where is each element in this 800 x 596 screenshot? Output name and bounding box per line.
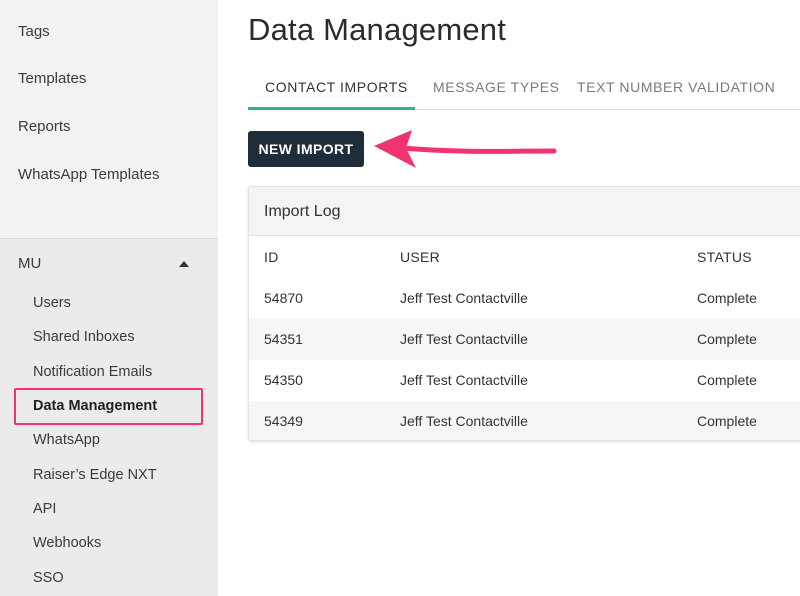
sidebar-item-tags[interactable]: Tags [18,23,50,40]
sidebar-item-users[interactable]: Users [33,295,71,311]
sidebar-item-webhooks[interactable]: Webhooks [33,535,101,551]
row-status: Complete [697,290,757,306]
sidebar-item-api[interactable]: API [33,501,56,517]
arrow-left-icon [374,130,557,168]
sidebar: Tags Templates Reports WhatsApp Template… [0,0,218,596]
sidebar-item-shared-inboxes[interactable]: Shared Inboxes [33,329,135,345]
column-header-user[interactable]: USER [400,249,440,265]
tab-text-number-validation[interactable]: TEXT NUMBER VALIDATION [577,79,775,95]
sidebar-item-sso[interactable]: SSO [33,570,64,586]
row-id: 54351 [264,331,303,347]
import-log-header: Import Log [249,187,800,236]
table-row[interactable]: 54351 Jeff Test Contactville Complete [249,319,800,360]
row-user: Jeff Test Contactville [400,413,528,429]
sidebar-item-templates[interactable]: Templates [18,70,86,87]
table-row[interactable]: 54350 Jeff Test Contactville Complete [249,360,800,401]
caret-up-icon[interactable] [179,261,189,267]
row-status: Complete [697,413,757,429]
sidebar-item-raisers-edge-nxt[interactable]: Raiser’s Edge NXT [33,467,157,483]
sidebar-item-notification-emails[interactable]: Notification Emails [33,364,152,380]
page-title: Data Management [248,12,507,47]
tab-contact-imports[interactable]: CONTACT IMPORTS [265,79,408,95]
import-log-panel: Import Log ID USER STATUS 54870 Jeff Tes… [248,186,800,441]
tab-message-types[interactable]: MESSAGE TYPES [433,79,560,95]
import-log-title: Import Log [264,203,341,220]
table-header-row: ID USER STATUS [249,237,800,278]
sidebar-item-reports[interactable]: Reports [18,118,71,135]
active-tab-indicator [248,107,415,110]
tab-bar: CONTACT IMPORTS MESSAGE TYPES TEXT NUMBE… [248,66,800,110]
row-id: 54349 [264,413,303,429]
new-import-button[interactable]: NEW IMPORT [248,131,364,167]
row-user: Jeff Test Contactville [400,372,528,388]
annotation-highlight-box [14,388,203,425]
row-status: Complete [697,331,757,347]
row-user: Jeff Test Contactville [400,290,528,306]
row-user: Jeff Test Contactville [400,331,528,347]
sidebar-item-whatsapp-templates[interactable]: WhatsApp Templates [18,166,159,183]
row-status: Complete [697,372,757,388]
row-id: 54870 [264,290,303,306]
sidebar-section-toggle[interactable]: MU [18,255,41,272]
table-row[interactable]: 54349 Jeff Test Contactville Complete [249,401,800,440]
row-id: 54350 [264,372,303,388]
table-row[interactable]: 54870 Jeff Test Contactville Complete [249,278,800,319]
column-header-status[interactable]: STATUS [697,249,752,265]
column-header-id[interactable]: ID [264,249,279,265]
sidebar-item-whatsapp[interactable]: WhatsApp [33,432,100,448]
